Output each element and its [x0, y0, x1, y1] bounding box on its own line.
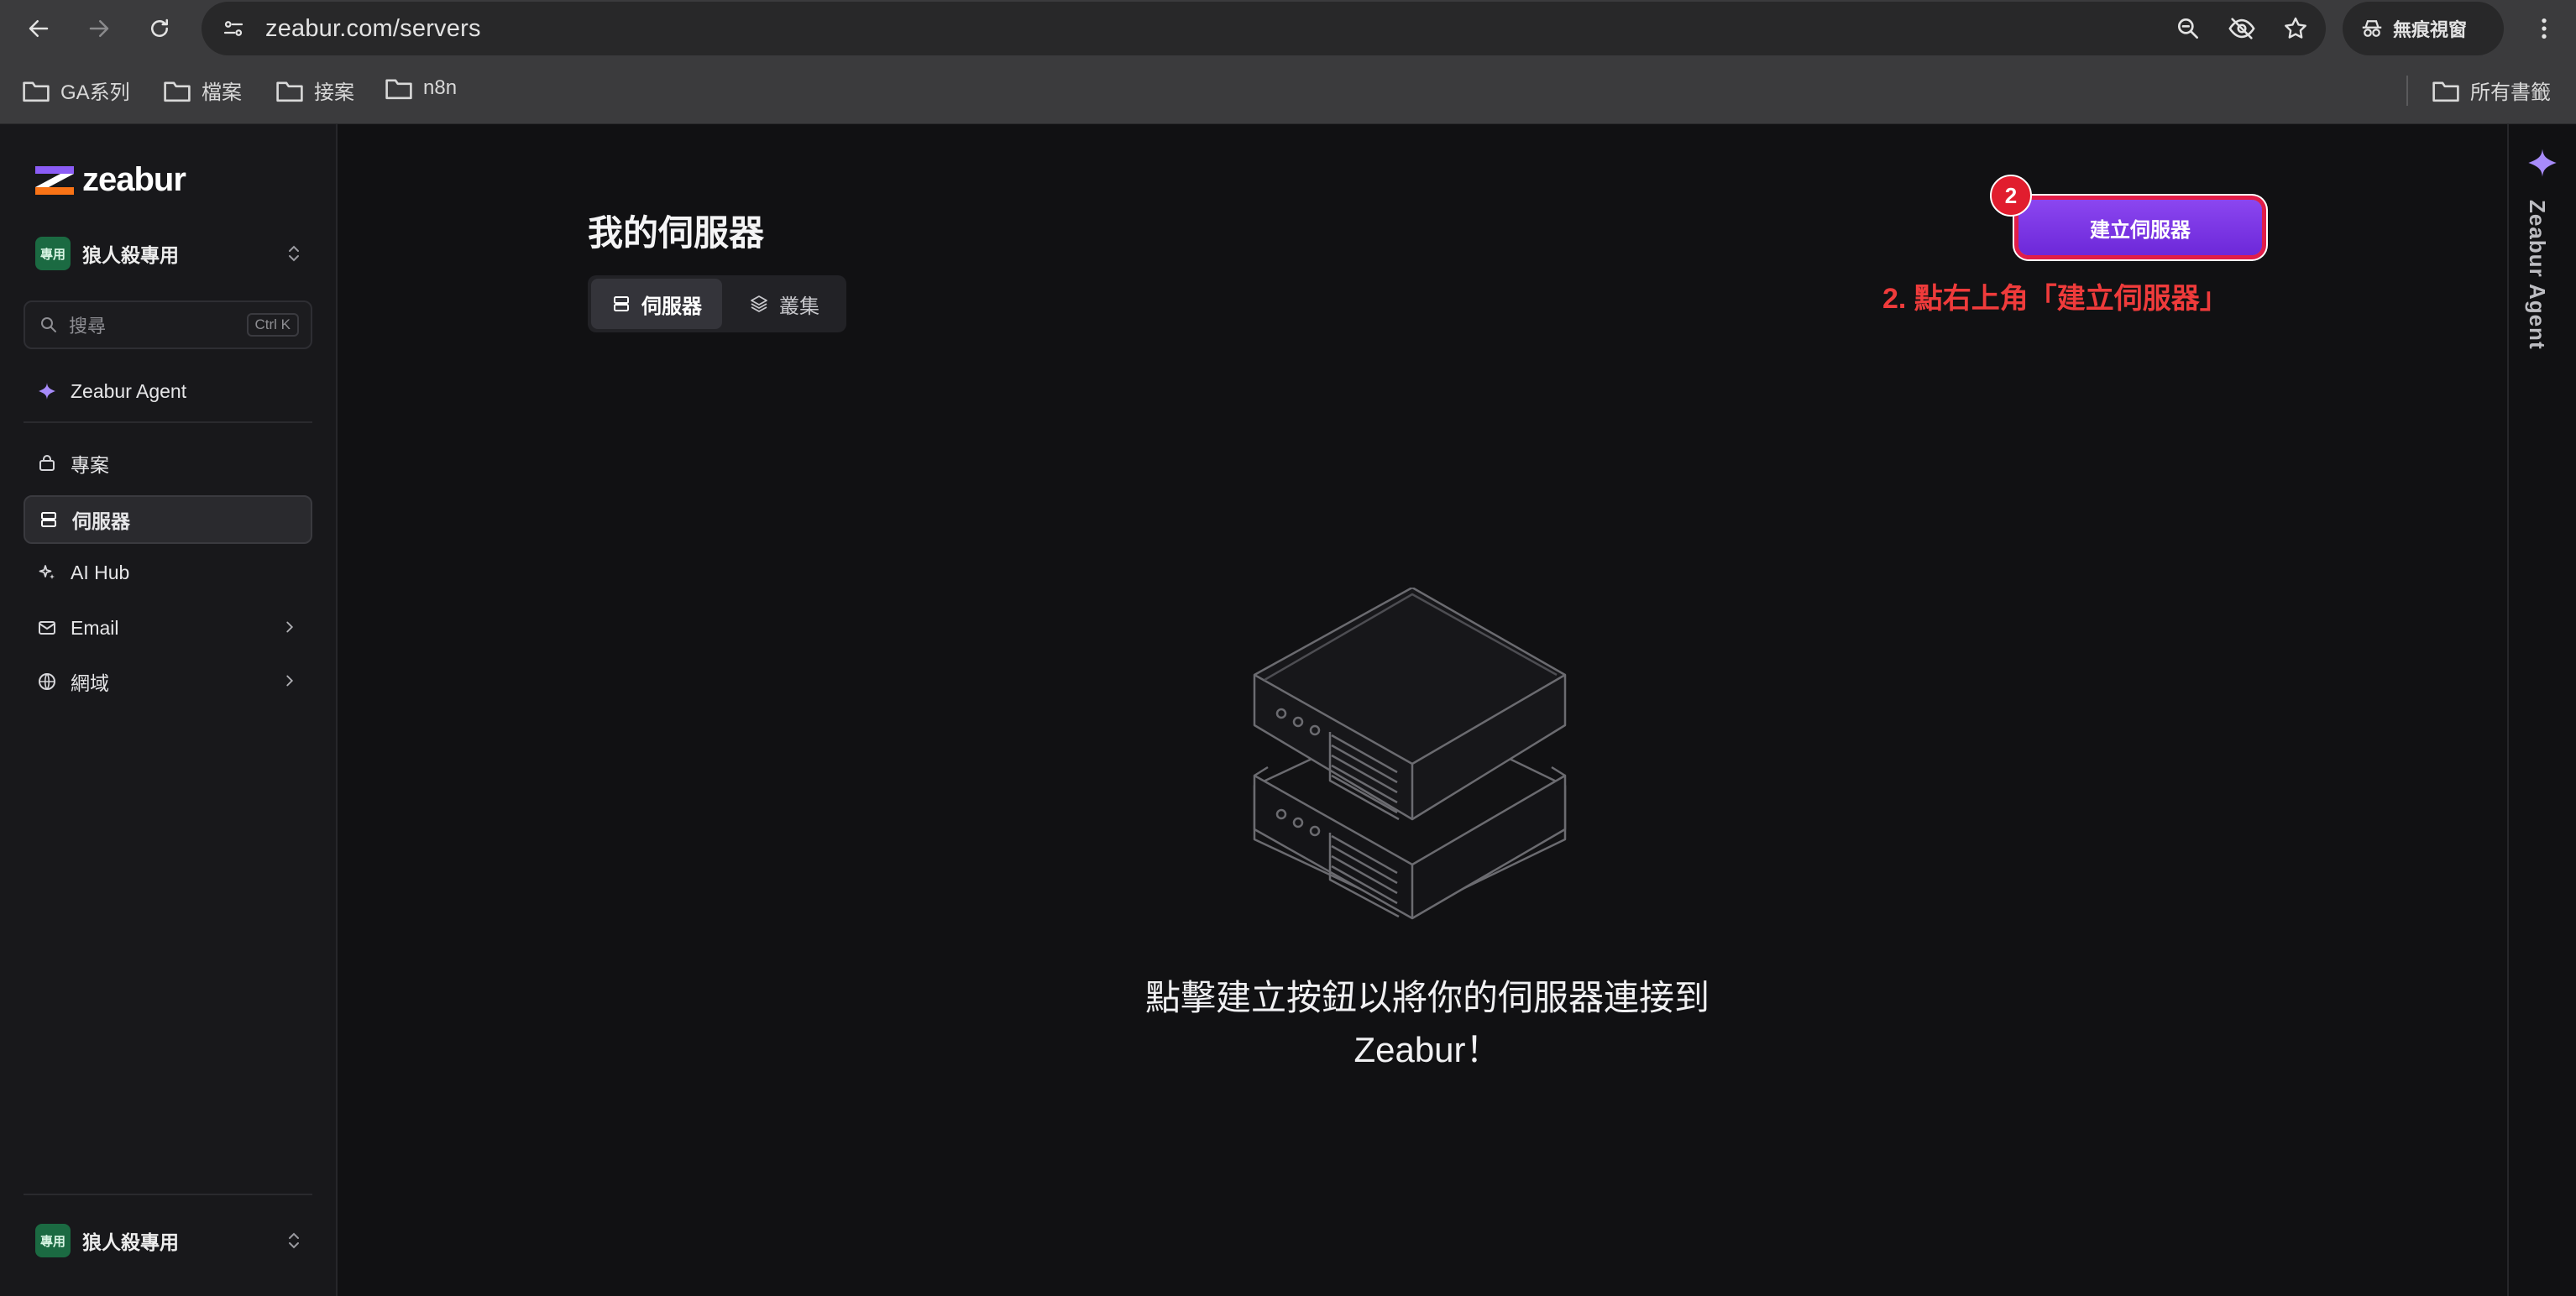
sidebar-item-label: AI Hub	[71, 561, 130, 583]
workspace-switcher[interactable]: 專用 狼人殺專用	[35, 237, 302, 270]
sidebar-footer-divider	[24, 1194, 312, 1195]
brand-name: zeabur	[82, 161, 186, 198]
layers-icon	[751, 295, 767, 312]
sparkle-icon	[2528, 149, 2557, 177]
folder-icon	[2432, 81, 2459, 102]
search-placeholder: 搜尋	[69, 316, 107, 337]
sidebar-item-label: 伺服器	[72, 510, 130, 532]
bookmark-label: n8n	[423, 76, 458, 99]
create-server-button[interactable]: 建立伺服器	[2018, 200, 2262, 255]
empty-state-line2: Zeabur！	[1353, 1030, 1501, 1069]
mail-icon	[39, 621, 55, 635]
sidebar-item-label: 網域	[71, 672, 109, 694]
bookmark-folder-files[interactable]: 檔案	[163, 76, 242, 105]
more-vertical-icon	[2542, 18, 2547, 39]
all-bookmarks-button[interactable]: 所有書籤	[2432, 76, 2551, 105]
address-bar[interactable]: zeabur.com/servers	[202, 2, 2326, 55]
tab-servers[interactable]: 伺服器	[591, 279, 722, 329]
sidebar-divider	[24, 421, 312, 423]
empty-state-line1: 點擊建立按鈕以將你的伺服器連接到	[1144, 978, 1709, 1017]
sidebar-item-email[interactable]: Email	[24, 604, 312, 651]
chevron-up-down-icon	[289, 245, 299, 262]
workspace-badge: 專用	[35, 237, 71, 270]
browser-menu-button[interactable]	[2527, 12, 2561, 45]
agent-rail-label: Zeabur Agent	[2525, 200, 2550, 350]
sidebar-item-label: Zeabur Agent	[71, 379, 187, 402]
bag-icon	[39, 455, 55, 471]
sparkle-icon	[39, 565, 55, 579]
browser-toolbar: zeabur.com/servers 無痕視窗	[0, 0, 2576, 57]
tutorial-annotation: 2. 點右上角「建立伺服器」	[1882, 283, 2228, 315]
main-content: 我的伺服器 伺服器 叢集 建立伺服器 2 2. 點右上角「建立伺服器」 點擊建立…	[339, 124, 2507, 1296]
site-info-icon[interactable]	[217, 12, 250, 45]
zeabur-logo[interactable]: zeabur	[35, 161, 186, 199]
globe-icon	[39, 673, 55, 690]
bookmark-folder-n8n[interactable]: n8n	[385, 76, 457, 101]
bookmarks-bar: GA系列 檔案 接案 n8n 所有書籤	[0, 57, 2576, 124]
tab-label: 叢集	[779, 295, 819, 318]
sidebar: zeabur 專用 狼人殺專用 搜尋 Ctrl K Zeabur Agent 專…	[0, 124, 338, 1296]
search-shortcut: Ctrl K	[246, 313, 299, 337]
step-number-badge: 2	[1990, 175, 2032, 217]
bookmark-label: 接案	[314, 81, 354, 104]
zoom-icon[interactable]	[2173, 13, 2203, 44]
zeabur-logo-icon	[35, 165, 74, 195]
workspace-name: 狼人殺專用	[82, 244, 179, 266]
url-text: zeabur.com/servers	[265, 15, 481, 42]
reload-button[interactable]	[141, 10, 178, 47]
bookmark-folder-jobs[interactable]: 接案	[275, 76, 354, 105]
tab-label: 伺服器	[641, 295, 702, 318]
sidebar-item-label: 專案	[71, 454, 109, 476]
folder-icon	[385, 79, 412, 100]
arrow-left-icon	[29, 20, 49, 37]
bookmark-star-icon[interactable]	[2280, 13, 2311, 44]
eye-off-icon[interactable]	[2227, 13, 2257, 44]
bookmark-label: 檔案	[202, 81, 242, 104]
agent-rail[interactable]: Zeabur Agent	[2507, 124, 2576, 1296]
chevron-up-down-icon	[289, 1232, 299, 1249]
folder-icon	[23, 81, 50, 102]
reload-icon	[151, 18, 168, 37]
all-bookmarks-label: 所有書籤	[2470, 81, 2551, 104]
search-input[interactable]: 搜尋 Ctrl K	[24, 300, 312, 349]
workspace-badge: 專用	[35, 1224, 71, 1257]
page-title: 我的伺服器	[588, 213, 765, 253]
server-icon	[614, 296, 629, 311]
view-tabs: 伺服器 叢集	[588, 275, 846, 332]
bookmarks-divider	[2406, 76, 2408, 106]
workspace-name: 狼人殺專用	[82, 1231, 179, 1253]
forward-button[interactable]	[81, 10, 118, 47]
arrow-right-icon	[89, 20, 109, 37]
search-icon	[41, 317, 56, 332]
footer-workspace-switcher[interactable]: 專用 狼人殺專用	[35, 1224, 302, 1257]
sidebar-item-ai-hub[interactable]: AI Hub	[24, 549, 312, 596]
tab-clusters[interactable]: 叢集	[725, 279, 843, 329]
sidebar-item-zeabur-agent[interactable]: Zeabur Agent	[24, 368, 312, 415]
sidebar-item-label: Email	[71, 616, 119, 639]
server-icon	[41, 512, 56, 527]
bookmark-folder-ga[interactable]: GA系列	[22, 76, 130, 105]
sidebar-item-servers[interactable]: 伺服器	[24, 495, 312, 544]
chevron-right-icon	[286, 621, 294, 633]
folder-icon	[164, 81, 191, 102]
sparkle-icon	[39, 383, 55, 400]
server-stack-illustration	[1253, 588, 1567, 920]
incognito-icon	[2362, 20, 2382, 37]
bookmark-label: GA系列	[60, 81, 130, 104]
sidebar-item-projects[interactable]: 專案	[24, 440, 312, 487]
incognito-label: 無痕視窗	[2393, 19, 2468, 40]
empty-state-message: 點擊建立按鈕以將你的伺服器連接到 Zeabur！	[1075, 972, 1780, 1076]
sidebar-item-domains[interactable]: 網域	[24, 658, 312, 705]
chevron-right-icon	[286, 675, 294, 687]
back-button[interactable]	[20, 10, 57, 47]
folder-icon	[276, 81, 303, 102]
incognito-indicator[interactable]: 無痕視窗	[2343, 2, 2504, 55]
